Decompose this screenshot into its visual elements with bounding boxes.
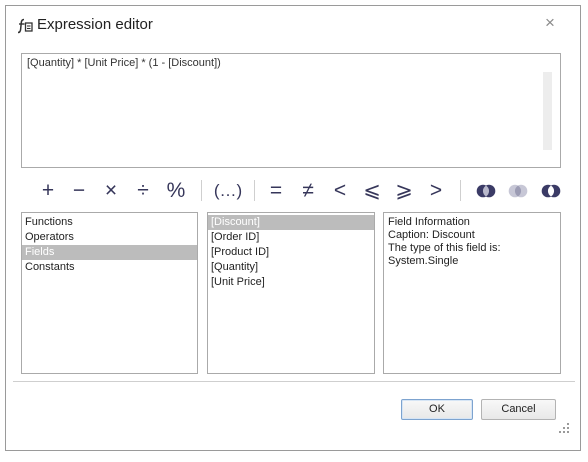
dialog-title: Expression editor — [37, 16, 153, 33]
toolbar-separator — [254, 180, 255, 201]
greater-than-button[interactable]: > — [425, 177, 447, 205]
field-information-panel: Field Information Caption: Discount The … — [383, 212, 561, 374]
info-heading: Field Information — [388, 216, 470, 228]
plus-button[interactable]: + — [38, 177, 58, 205]
close-icon[interactable]: × — [541, 14, 559, 32]
or-icon[interactable] — [508, 182, 528, 200]
less-than-button[interactable]: < — [329, 177, 351, 205]
greater-or-equal-button[interactable]: ⩾ — [393, 177, 415, 205]
expression-text[interactable]: [Quantity] * [Unit Price] * (1 - [Discou… — [27, 57, 221, 69]
function-icon — [17, 18, 33, 34]
field-item-quantity[interactable]: [Quantity] — [208, 260, 374, 275]
category-item-operators[interactable]: Operators — [22, 230, 197, 245]
vertical-scrollbar[interactable] — [543, 72, 552, 150]
info-type-value: System.Single — [388, 255, 459, 267]
field-list[interactable]: [Discount] [Order ID] [Product ID] [Quan… — [207, 212, 375, 374]
toolbar-separator — [201, 180, 202, 201]
category-item-constants[interactable]: Constants — [22, 260, 197, 275]
modulo-button[interactable]: % — [165, 177, 187, 205]
expression-input[interactable]: [Quantity] * [Unit Price] * (1 - [Discou… — [21, 53, 561, 168]
resize-grip-icon[interactable] — [558, 422, 570, 434]
category-item-fields[interactable]: Fields — [22, 245, 197, 260]
info-caption: Caption: Discount — [388, 229, 475, 241]
field-item-discount[interactable]: [Discount] — [208, 215, 374, 230]
equal-button[interactable]: = — [265, 177, 287, 205]
toolbar-separator — [460, 180, 461, 201]
parentheses-button[interactable]: (…) — [211, 177, 245, 205]
category-list[interactable]: Functions Operators Fields Constants — [21, 212, 198, 374]
footer-divider — [13, 381, 575, 382]
cancel-button[interactable]: Cancel — [481, 399, 556, 420]
expression-editor-dialog: Expression editor × [Quantity] * [Unit P… — [5, 5, 581, 451]
not-icon[interactable] — [541, 182, 561, 200]
ok-button[interactable]: OK — [401, 399, 473, 420]
category-item-functions[interactable]: Functions — [22, 215, 197, 230]
divide-button[interactable]: ÷ — [133, 177, 153, 205]
field-item-unit-price[interactable]: [Unit Price] — [208, 275, 374, 290]
info-type-label: The type of this field is: — [388, 242, 501, 254]
and-icon[interactable] — [476, 182, 496, 200]
not-equal-button[interactable]: ≠ — [297, 177, 319, 205]
field-item-order-id[interactable]: [Order ID] — [208, 230, 374, 245]
less-or-equal-button[interactable]: ⩽ — [361, 177, 383, 205]
field-item-product-id[interactable]: [Product ID] — [208, 245, 374, 260]
minus-button[interactable]: − — [69, 177, 89, 205]
multiply-button[interactable]: × — [101, 177, 121, 205]
